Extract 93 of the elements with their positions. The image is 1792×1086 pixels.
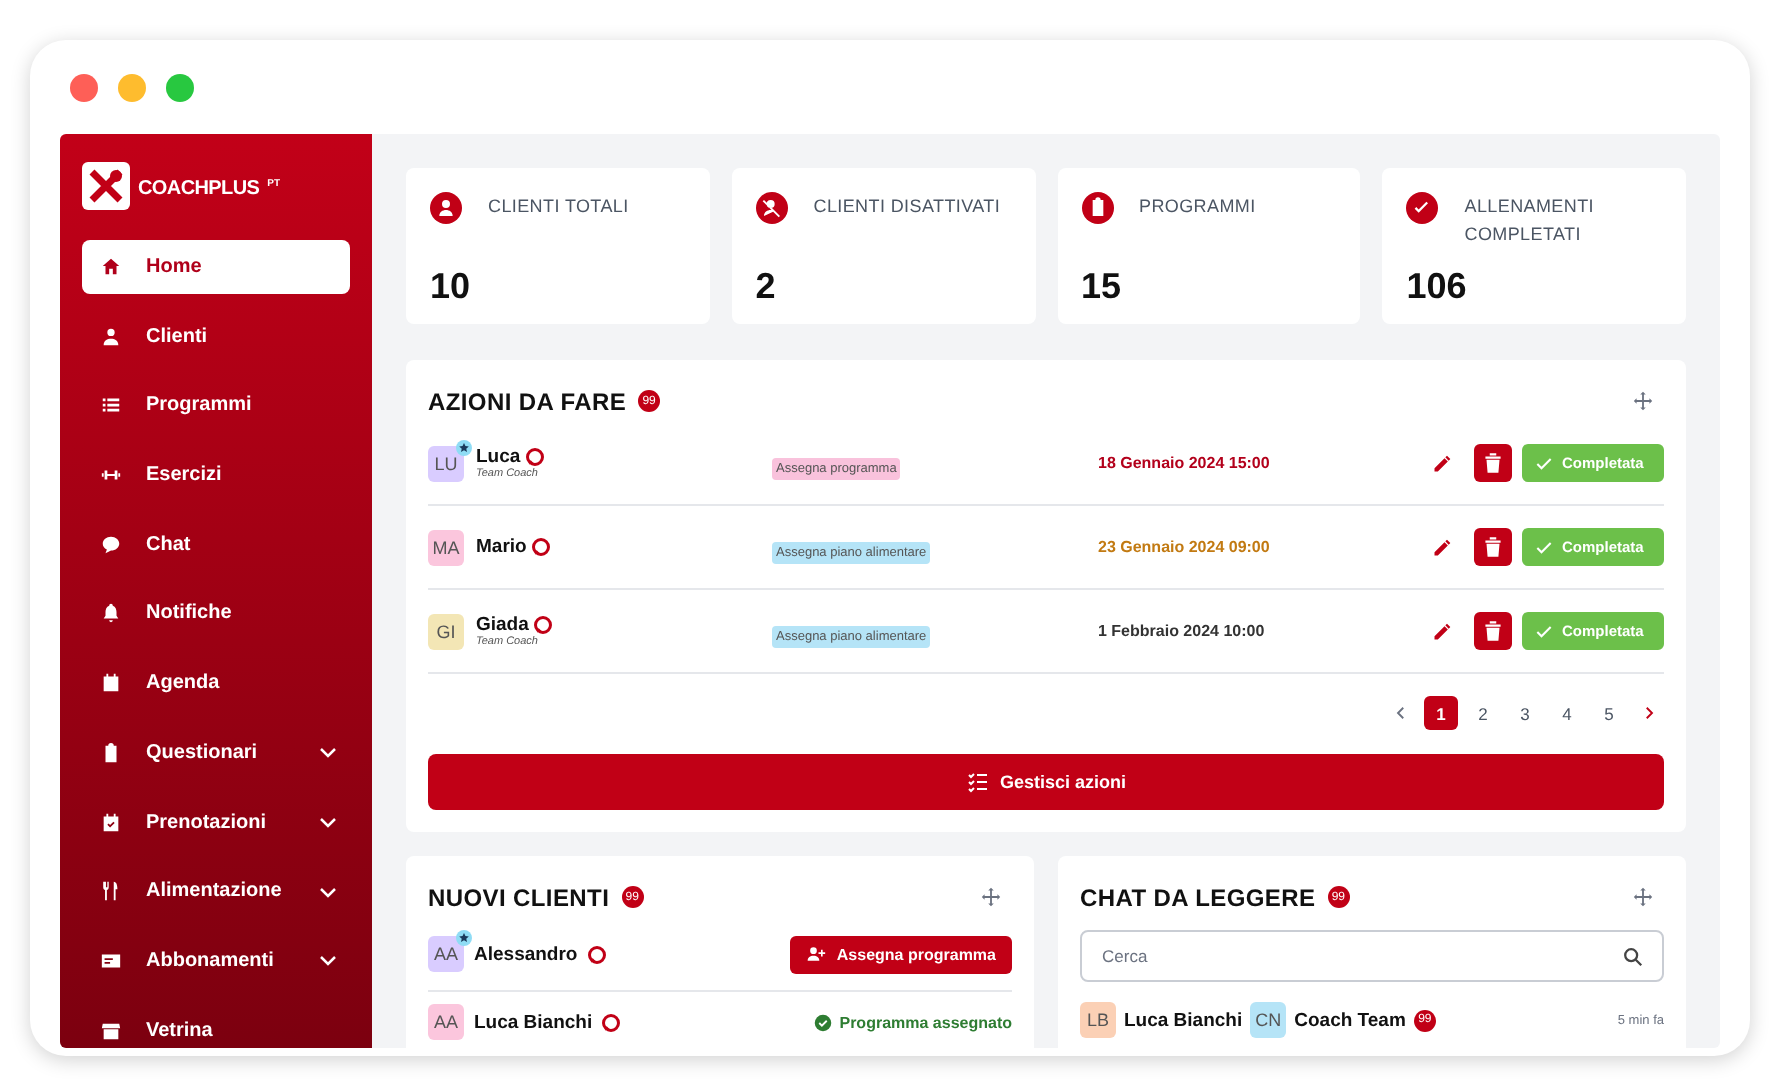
avatar: CN — [1250, 1002, 1287, 1038]
move-icon[interactable] — [1632, 886, 1654, 908]
nav-icon — [100, 741, 122, 764]
stat-label: ALLENAMENTI COMPLETATI — [1464, 194, 1596, 248]
chat-icon[interactable] — [526, 448, 545, 466]
check-icon — [1534, 537, 1554, 557]
manage-actions-button[interactable]: Gestisci azioni — [428, 754, 1664, 810]
sidebar-item[interactable]: Prenotazioni — [82, 795, 350, 849]
nav-icon — [100, 256, 122, 278]
chat-icon[interactable] — [587, 945, 606, 963]
edit-icon[interactable] — [1432, 453, 1452, 473]
check-icon — [1534, 621, 1554, 641]
client-name[interactable]: Luca Bianchi — [474, 1011, 593, 1033]
search-icon — [1622, 945, 1644, 967]
page-button[interactable]: 5 — [1592, 696, 1626, 730]
check-circle-icon — [813, 1013, 832, 1031]
stat-value: 2 — [755, 266, 778, 308]
logo-text: COACHPLUS — [138, 178, 260, 200]
due-date: 1 Febbraio 2024 10:00 — [1098, 622, 1267, 640]
sidebar-item[interactable]: Questionari — [82, 725, 350, 780]
coach-name: Coach Team — [1294, 1009, 1406, 1031]
client-name[interactable]: Alessandro — [474, 943, 578, 965]
chat-icon[interactable] — [602, 1013, 621, 1031]
avatar: MA — [428, 529, 464, 565]
sidebar-item[interactable]: Chat — [82, 517, 350, 572]
stat-label: PROGRAMMI — [1139, 194, 1256, 220]
client-name[interactable]: Luca — [476, 446, 521, 468]
due-date: 23 Gennaio 2024 09:00 — [1098, 538, 1272, 556]
window-control[interactable] — [70, 73, 98, 101]
delete-button[interactable] — [1474, 528, 1512, 566]
stat-icon — [1081, 192, 1113, 224]
trash-icon — [1480, 450, 1506, 476]
stat-value: 106 — [1406, 266, 1469, 308]
nav-icon — [100, 949, 122, 972]
card-title: AZIONI DA FARE — [428, 387, 627, 415]
trash-icon — [1480, 618, 1506, 644]
next-page-icon[interactable] — [1640, 704, 1658, 722]
stat-icon — [1406, 192, 1439, 224]
client-name[interactable]: Mario — [476, 536, 527, 558]
delete-button[interactable] — [1474, 612, 1512, 650]
avatar: GI — [428, 613, 464, 649]
sidebar-item[interactable]: Agenda — [82, 656, 350, 711]
nav-icon — [100, 533, 122, 556]
stat-icon — [430, 192, 462, 224]
stat-value: 10 — [430, 266, 473, 308]
sidebar-item[interactable]: Programmi — [82, 378, 350, 433]
sidebar-item[interactable]: Vetrina — [82, 1003, 350, 1048]
assigned-status: Programma assegnato — [813, 1013, 1012, 1031]
nav-icon — [100, 1019, 122, 1042]
nav-icon — [100, 880, 122, 903]
sidebar-item[interactable]: Clienti — [82, 309, 350, 364]
assign-program-button[interactable]: Assegna programma — [790, 935, 1012, 973]
check-icon — [1534, 453, 1554, 473]
move-icon[interactable] — [980, 886, 1002, 908]
trash-icon — [1480, 534, 1506, 560]
sidebar-item[interactable]: Alimentazione — [82, 864, 350, 919]
page-button[interactable]: 3 — [1508, 696, 1542, 730]
stat-label: CLIENTI TOTALI — [488, 194, 629, 220]
avatar: LB — [1080, 1002, 1116, 1038]
move-icon[interactable] — [1632, 390, 1654, 412]
card-title: CHAT DA LEGGERE — [1080, 883, 1316, 911]
logo-icon — [82, 162, 130, 210]
nav-icon — [100, 672, 122, 695]
nav-icon — [100, 394, 122, 417]
card-title: NUOVI CLIENTI — [428, 883, 610, 911]
page-button[interactable]: 4 — [1550, 696, 1584, 730]
sidebar-item[interactable]: Home — [82, 240, 350, 294]
stat-value: 15 — [1081, 266, 1124, 308]
due-date: 18 Gennaio 2024 15:00 — [1098, 454, 1272, 472]
avatar: AA — [428, 1004, 464, 1040]
add-user-icon — [806, 944, 827, 964]
nav-icon — [100, 811, 122, 833]
edit-icon[interactable] — [1432, 621, 1452, 641]
nav-icon — [100, 325, 122, 348]
star-icon — [456, 439, 472, 455]
search-field[interactable]: Cerca — [1080, 930, 1664, 982]
chat-icon[interactable] — [532, 538, 551, 556]
star-icon — [456, 930, 472, 946]
client-name: Luca Bianchi — [1124, 1009, 1243, 1031]
stat-icon — [755, 192, 788, 224]
delete-button[interactable] — [1474, 444, 1512, 482]
sidebar-item[interactable]: Esercizi — [82, 448, 350, 503]
edit-icon[interactable] — [1432, 537, 1452, 557]
client-name[interactable]: Giada — [476, 614, 529, 636]
nav-icon — [100, 602, 122, 625]
checklist-icon — [965, 770, 990, 794]
page-button[interactable]: 2 — [1466, 696, 1500, 730]
sidebar-item[interactable]: Abbonamenti — [82, 933, 350, 988]
chat-icon[interactable] — [534, 616, 553, 634]
sidebar-item[interactable]: Notifiche — [82, 586, 350, 641]
page-button[interactable]: 1 — [1424, 696, 1458, 730]
stat-label: CLIENTI DISATTIVATI — [813, 194, 1001, 220]
previous-page-icon[interactable] — [1392, 704, 1410, 722]
